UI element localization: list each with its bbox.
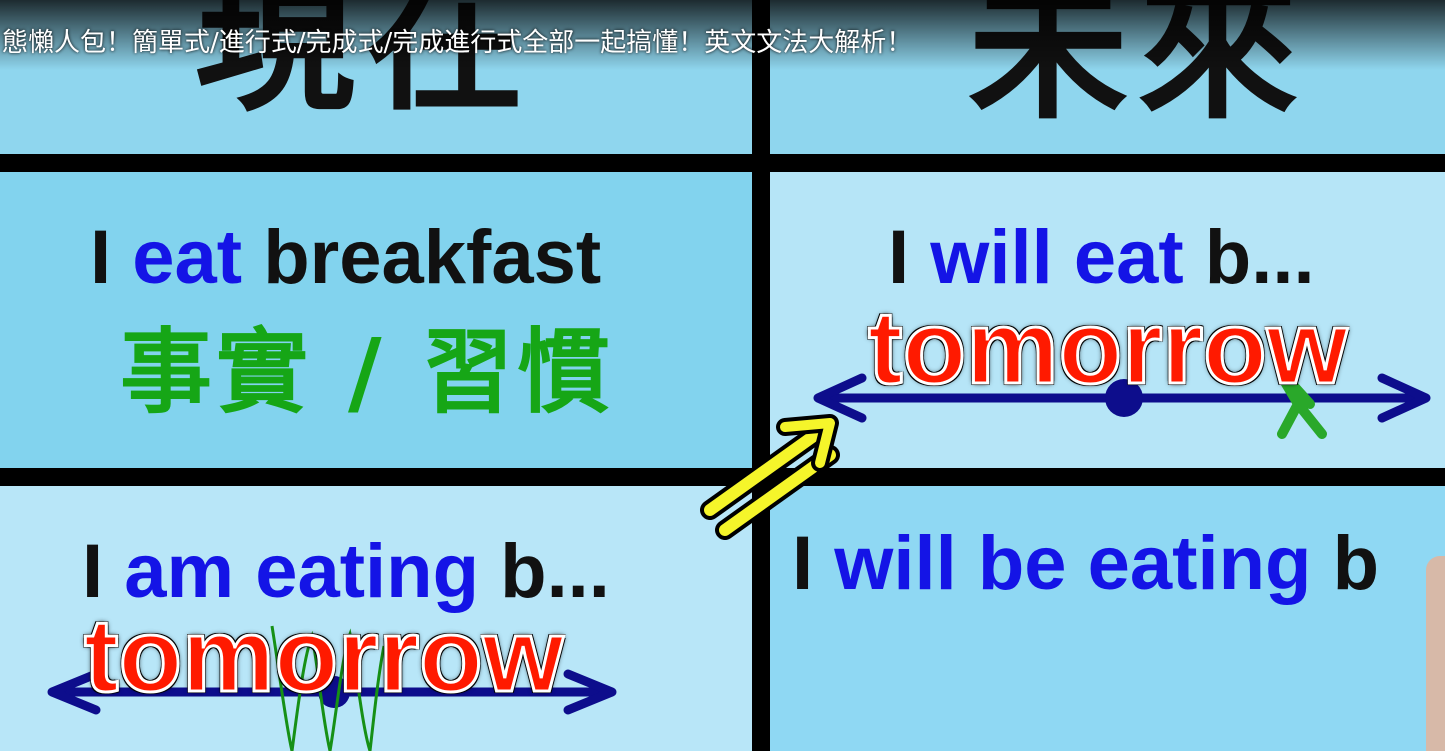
object-word: breakfast: [263, 215, 602, 300]
fact-habit-note: 事實 / 習慣: [120, 319, 614, 426]
future-progressive-cell: I will be eating b: [770, 486, 1445, 751]
tomorrow-label: tomorrow: [83, 598, 566, 714]
present-simple-sentence: I eat breakfast: [90, 220, 601, 296]
present-progressive-cell: I am eating b... tomorrow: [0, 486, 752, 751]
verb-word: eat: [132, 215, 243, 300]
subject-word: I: [90, 215, 112, 300]
verb-word: will be eating: [834, 521, 1312, 606]
object-word: b: [1332, 521, 1380, 606]
presenter-arm: [1426, 556, 1445, 751]
present-column-heading: 現在: [195, 0, 536, 133]
future-column-heading: 未來: [968, 0, 1309, 141]
tomorrow-label: tomorrow: [867, 290, 1350, 406]
future-progressive-sentence: I will be eating b: [792, 526, 1379, 602]
future-simple-cell: I will eat b... tomorrow: [770, 172, 1445, 468]
yellow-double-arrow-icon: [700, 414, 840, 540]
present-simple-cell: I eat breakfast 事實 / 習慣: [0, 172, 752, 468]
video-title[interactable]: 態懶人包！簡單式/進行式/完成式/完成進行式全部一起搞懂！英文文法大解析！: [2, 22, 912, 59]
